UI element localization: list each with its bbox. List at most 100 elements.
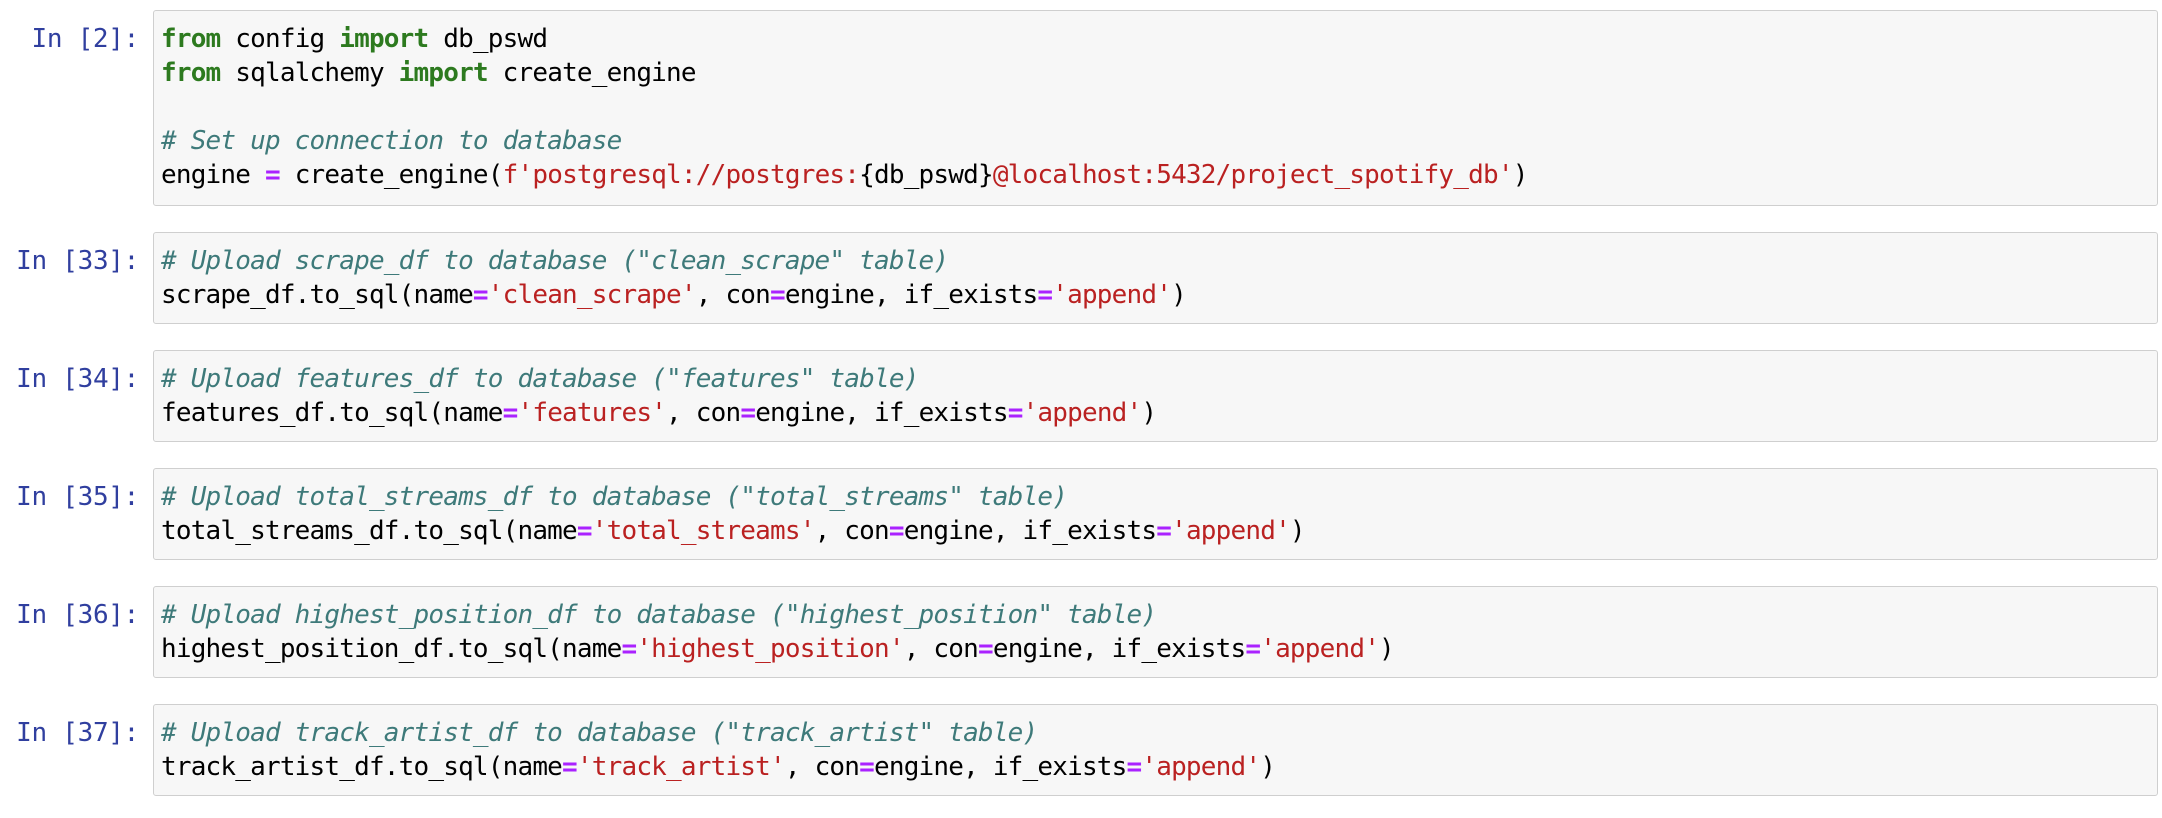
code-token: track_artist_df.to_sql(name (161, 752, 563, 782)
code-line: total_streams_df.to_sql(name='total_stre… (161, 514, 1306, 548)
code-cell[interactable]: In [35]: # Upload total_streams_df to da… (0, 468, 2162, 560)
code-token: engine, if_exists (992, 634, 1246, 664)
operator-token: = (1245, 634, 1261, 664)
cell-prompt: In [35]: (16, 482, 139, 512)
code-line: scrape_df.to_sql(name='clean_scrape', co… (161, 278, 1187, 312)
cell-prompt: In [37]: (16, 718, 139, 748)
cell-code[interactable]: # Upload track_artist_df to database ("t… (161, 716, 1276, 784)
code-cell[interactable]: In [33]: # Upload scrape_df to database … (0, 232, 2162, 324)
string-token: 'append' (1022, 398, 1143, 428)
keyword-token: from (161, 58, 221, 88)
keyword-token: from (161, 24, 221, 54)
code-line: # Upload highest_position_df to database… (161, 598, 1394, 632)
cell-code[interactable]: # Upload highest_position_df to database… (161, 598, 1395, 666)
operator-token: = (740, 398, 756, 428)
code-token: scrape_df.to_sql(name (161, 280, 474, 310)
operator-token: = (562, 752, 578, 782)
code-token: ) (1171, 280, 1187, 310)
code-line: # Upload features_df to database ("featu… (161, 362, 1156, 396)
code-token: total_streams_df.to_sql(name (161, 516, 578, 546)
string-token: 'append' (1052, 280, 1172, 310)
code-line: highest_position_df.to_sql(name='highest… (161, 632, 1395, 666)
code-token: db_pswd (428, 24, 548, 54)
code-line: # Set up connection to database (161, 124, 1528, 158)
operator-token: = (1126, 752, 1143, 782)
cell-code[interactable]: # Upload total_streams_df to database ("… (161, 480, 1306, 548)
string-token: 'highest_position' (636, 634, 904, 664)
code-line: # Upload scrape_df to database ("clean_s… (161, 244, 1186, 278)
code-cell[interactable]: In [36]: # Upload highest_position_df to… (0, 586, 2162, 678)
code-line: from config import db_pswd (161, 22, 1528, 56)
operator-token: = (576, 516, 593, 546)
comment-token: # Upload scrape_df to database ("clean_s… (161, 246, 949, 276)
notebook-page: { "cells": [ { "prompt": "In [2]:", "lin… (0, 0, 2162, 818)
operator-token: = (264, 160, 281, 190)
keyword-token: import (339, 24, 429, 54)
comment-token: # Upload track_artist_df to database ("t… (161, 718, 1038, 748)
code-token: ) (1289, 516, 1306, 546)
operator-token: = (977, 634, 994, 664)
string-token: 'append' (1171, 516, 1291, 546)
comment-token: # Upload highest_position_df to database… (161, 600, 1157, 630)
code-cell[interactable]: In [37]: # Upload track_artist_df to dat… (0, 704, 2162, 796)
code-token: create_engine (487, 58, 697, 88)
operator-token: = (1037, 280, 1053, 310)
operator-token: = (859, 752, 875, 782)
code-line: engine = create_engine(f'postgresql://po… (161, 158, 1528, 192)
string-token: 'track_artist' (576, 752, 786, 782)
code-token: ) (1260, 752, 1276, 782)
cell-code[interactable]: from config import db_pswd from sqlalchem… (161, 22, 1528, 192)
operator-token: = (888, 516, 905, 546)
code-token: , con (695, 280, 771, 310)
comment-token: # Set up connection to database (161, 126, 622, 156)
operator-token: = (621, 634, 637, 664)
operator-token: = (472, 280, 489, 310)
string-token: 'total_streams' (591, 516, 816, 546)
operator-token: = (502, 398, 519, 428)
string-token: f'postgresql://postgres: (502, 160, 860, 190)
code-token: engine, if_exists (784, 280, 1038, 310)
comment-token: # Upload features_df to database ("featu… (161, 364, 919, 394)
code-token: highest_position_df.to_sql(name (161, 634, 622, 664)
operator-token: = (1156, 516, 1172, 546)
code-cell[interactable]: In [2]: from config import db_pswd from s… (0, 10, 2162, 206)
operator-token: = (1007, 398, 1024, 428)
code-line: features_df.to_sql(name='features', con=… (161, 396, 1157, 430)
cell-prompt: In [2]: (31, 24, 140, 54)
code-line: track_artist_df.to_sql(name='track_artis… (161, 750, 1276, 784)
keyword-token: import (398, 58, 489, 88)
code-token: create_engine( (279, 160, 504, 190)
code-token: features_df.to_sql(name (161, 398, 503, 428)
code-token: config (220, 24, 340, 54)
code-token: engine, if_exists (755, 398, 1008, 428)
code-cell[interactable]: In [34]: # Upload features_df to databas… (0, 350, 2162, 442)
operator-token: = (770, 280, 786, 310)
code-token: , con (666, 398, 741, 428)
string-token: 'append' (1260, 634, 1380, 664)
code-token: engine (161, 160, 265, 190)
cell-prompt: In [34]: (16, 364, 139, 394)
cell-code[interactable]: # Upload features_df to database ("featu… (161, 362, 1157, 430)
string-token: @localhost:5432/project_spotify_db' (992, 160, 1514, 190)
code-token: ) (1141, 398, 1157, 428)
code-line: from sqlalchemy import create_engine (161, 56, 1528, 90)
code-token: ) (1512, 160, 1529, 190)
string-token: 'features' (517, 398, 667, 428)
string-token: 'clean_scrape' (487, 280, 697, 310)
cell-prompt: In [33]: (16, 246, 139, 276)
code-token: engine, if_exists (903, 516, 1157, 546)
code-line: # Upload total_streams_df to database ("… (161, 480, 1305, 514)
code-token: , con (784, 752, 860, 782)
code-line: # Upload track_artist_df to database ("t… (161, 716, 1275, 750)
code-token: ) (1379, 634, 1395, 664)
code-token: {db_pswd} (859, 160, 993, 190)
code-token: , con (903, 634, 979, 664)
cell-prompt: In [36]: (16, 600, 139, 630)
comment-token: # Upload total_streams_df to database ("… (161, 482, 1068, 512)
cell-code[interactable]: # Upload scrape_df to database ("clean_s… (161, 244, 1187, 312)
code-token: engine, if_exists (874, 752, 1127, 782)
string-token: 'append' (1141, 752, 1261, 782)
code-token: , con (814, 516, 890, 546)
code-token: sqlalchemy (220, 58, 399, 88)
